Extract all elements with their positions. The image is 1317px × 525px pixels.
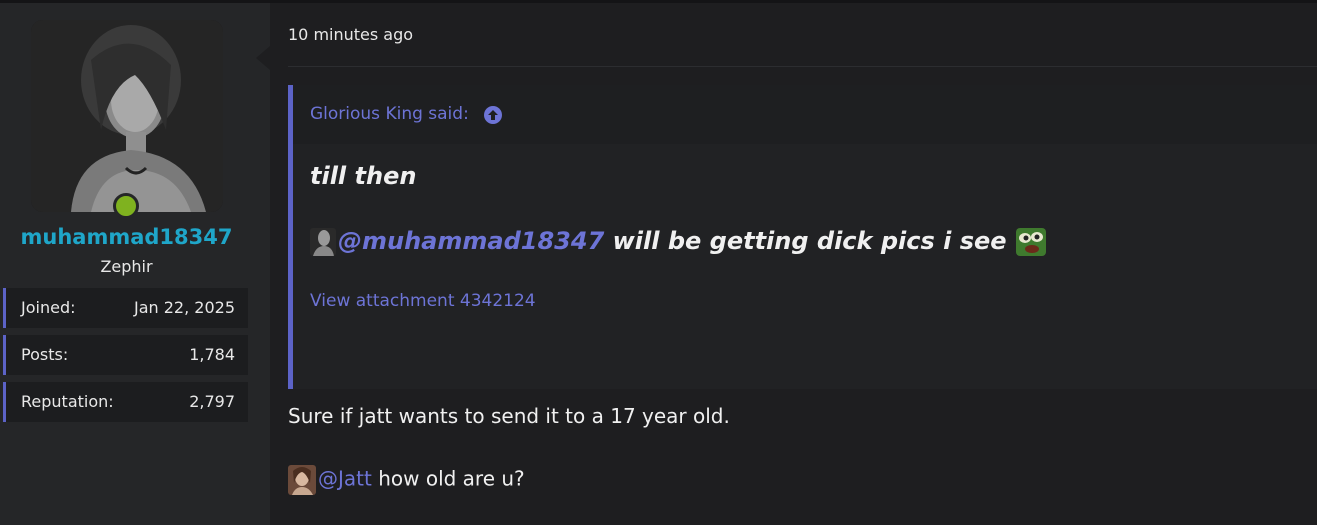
stat-reputation: Reputation: 2,797 <box>3 382 248 422</box>
post-timestamp[interactable]: 10 minutes ago <box>288 25 413 44</box>
post-header-divider <box>288 66 1317 67</box>
stat-value: Jan 22, 2025 <box>134 298 235 317</box>
post-text: how old are u? <box>371 466 525 491</box>
stat-posts: Posts: 1,784 <box>3 335 248 375</box>
user-avatar[interactable] <box>31 20 223 212</box>
quote-text: will be getting dick pics i see <box>604 227 1007 255</box>
stat-value: 2,797 <box>189 392 235 411</box>
stat-label: Reputation: <box>21 392 114 411</box>
user-mention-link[interactable]: @muhammad18347 <box>338 227 604 255</box>
online-status-indicator <box>113 193 139 219</box>
user-mention-link[interactable]: @Jatt <box>318 467 372 491</box>
username-link[interactable]: muhammad18347 <box>0 225 253 249</box>
stat-joined: Joined: Jan 22, 2025 <box>3 288 248 328</box>
user-title: Zephir <box>100 257 153 276</box>
stat-label: Joined: <box>21 298 76 317</box>
stat-label: Posts: <box>21 345 69 364</box>
quote-text-line: @muhammad18347 will be getting dick pics… <box>310 227 1047 263</box>
quote-header: Glorious King said: <box>293 85 1317 144</box>
pepe-emoji-icon <box>1015 227 1047 257</box>
post-pointer-arrow <box>256 46 270 70</box>
stat-value: 1,784 <box>189 345 235 364</box>
quote-block: Glorious King said: till then @muhammad1… <box>288 85 1317 389</box>
view-attachment-link[interactable]: View attachment 4342124 <box>310 291 536 311</box>
post-body-text: Sure if jatt wants to send it to a 17 ye… <box>288 404 730 428</box>
mention-avatar <box>288 465 316 495</box>
post-body-text: @Jatt how old are u? <box>288 465 525 495</box>
mention-avatar <box>310 228 336 256</box>
quote-author-link[interactable]: Glorious King said: <box>310 104 469 124</box>
arrow-up-circle-icon[interactable] <box>483 105 503 125</box>
quote-text-line: till then <box>310 162 417 190</box>
